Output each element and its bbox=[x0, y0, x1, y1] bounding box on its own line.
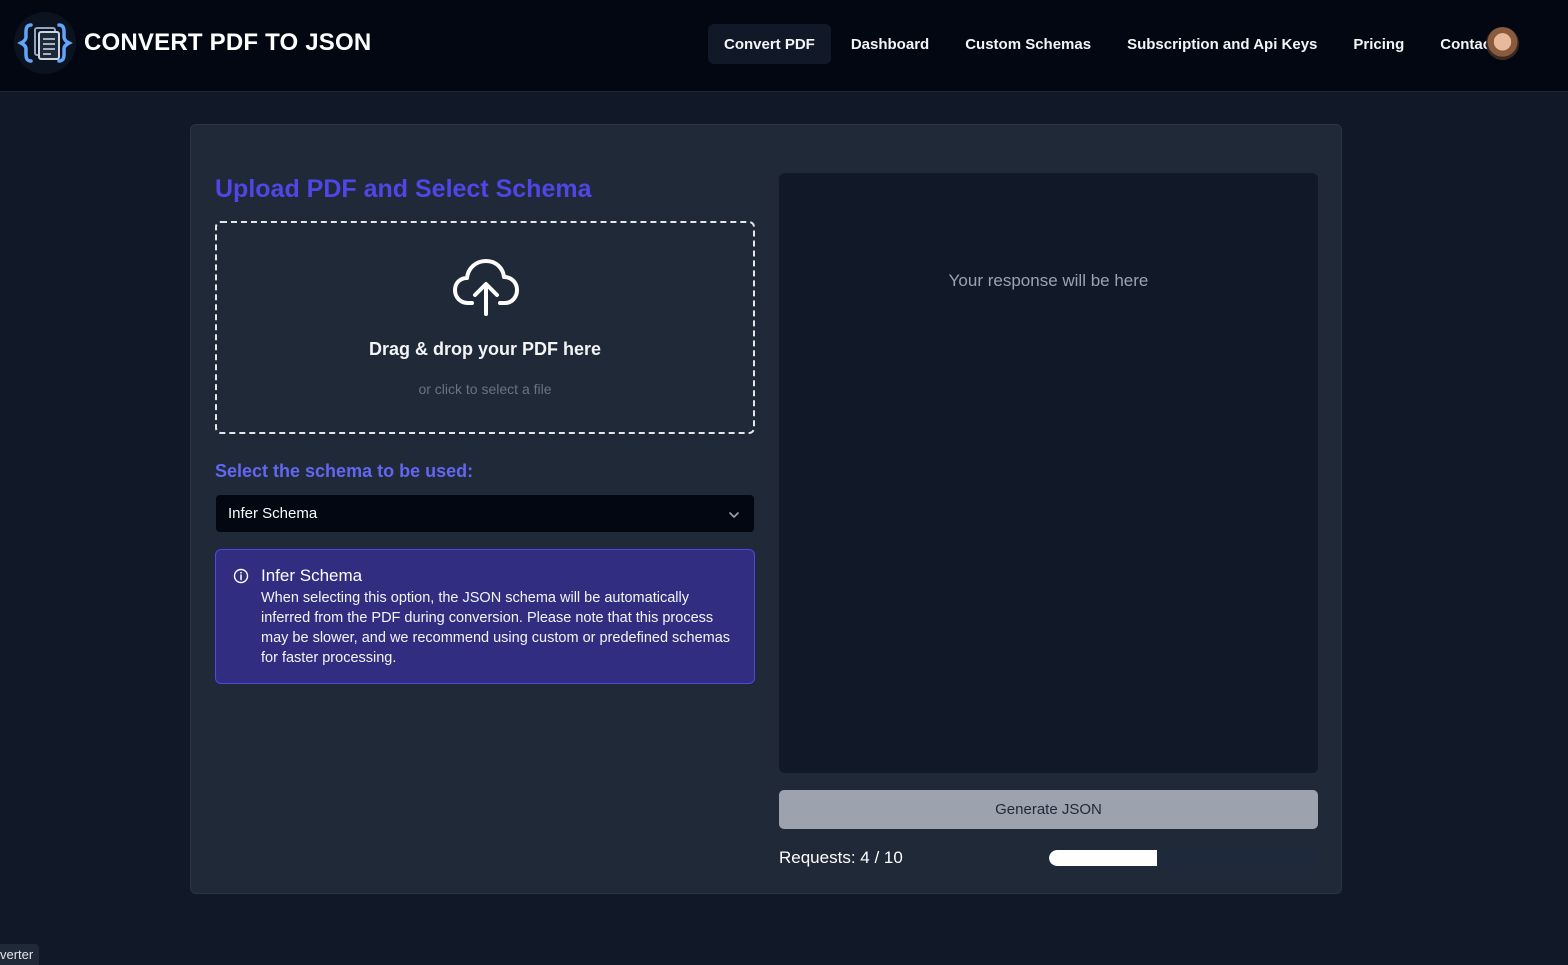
brand-title: CONVERT PDF TO JSON bbox=[84, 29, 372, 56]
schema-select[interactable]: Infer Schema bbox=[215, 494, 755, 533]
nav-custom-schemas[interactable]: Custom Schemas bbox=[949, 24, 1107, 64]
main-nav: Convert PDF Dashboard Custom Schemas Sub… bbox=[708, 24, 1516, 64]
generate-json-button[interactable]: Generate JSON bbox=[779, 790, 1318, 829]
document-braces-icon bbox=[14, 12, 76, 74]
footer-tag: verter bbox=[0, 944, 40, 965]
brand[interactable]: CONVERT PDF TO JSON bbox=[14, 12, 371, 74]
response-placeholder: Your response will be here bbox=[948, 271, 1149, 290]
response-panel: Your response will be here bbox=[779, 173, 1318, 773]
chevron-down-icon bbox=[728, 508, 740, 525]
nav-subscription-api-keys[interactable]: Subscription and Api Keys bbox=[1111, 24, 1333, 64]
nav-pricing[interactable]: Pricing bbox=[1337, 24, 1420, 64]
nav-dashboard[interactable]: Dashboard bbox=[835, 24, 945, 64]
infer-schema-alert: Infer Schema When selecting this option,… bbox=[215, 549, 755, 684]
requests-count: Requests: 4 / 10 bbox=[779, 848, 903, 867]
drop-title: Drag & drop your PDF here bbox=[368, 339, 602, 359]
requests-progress-fill bbox=[1049, 850, 1157, 866]
schema-label: Select the schema to be used: bbox=[215, 461, 474, 481]
converter-card: Upload PDF and Select Schema Drag & drop… bbox=[190, 124, 1342, 894]
schema-select-value: Infer Schema bbox=[228, 505, 318, 522]
user-avatar[interactable] bbox=[1486, 27, 1519, 60]
nav-convert-pdf[interactable]: Convert PDF bbox=[708, 24, 831, 64]
upload-title: Upload PDF and Select Schema bbox=[215, 175, 592, 203]
info-icon bbox=[233, 568, 249, 589]
alert-title: Infer Schema bbox=[261, 566, 363, 585]
drop-subtitle: or click to select a file bbox=[418, 381, 552, 397]
cloud-upload-icon bbox=[452, 257, 520, 322]
requests-progress-bar bbox=[1049, 850, 1318, 866]
alert-body: When selecting this option, the JSON sch… bbox=[261, 590, 731, 666]
top-navbar: CONVERT PDF TO JSON Convert PDF Dashboar… bbox=[0, 0, 1568, 92]
pdf-dropzone[interactable]: Drag & drop your PDF here or click to se… bbox=[215, 221, 755, 434]
